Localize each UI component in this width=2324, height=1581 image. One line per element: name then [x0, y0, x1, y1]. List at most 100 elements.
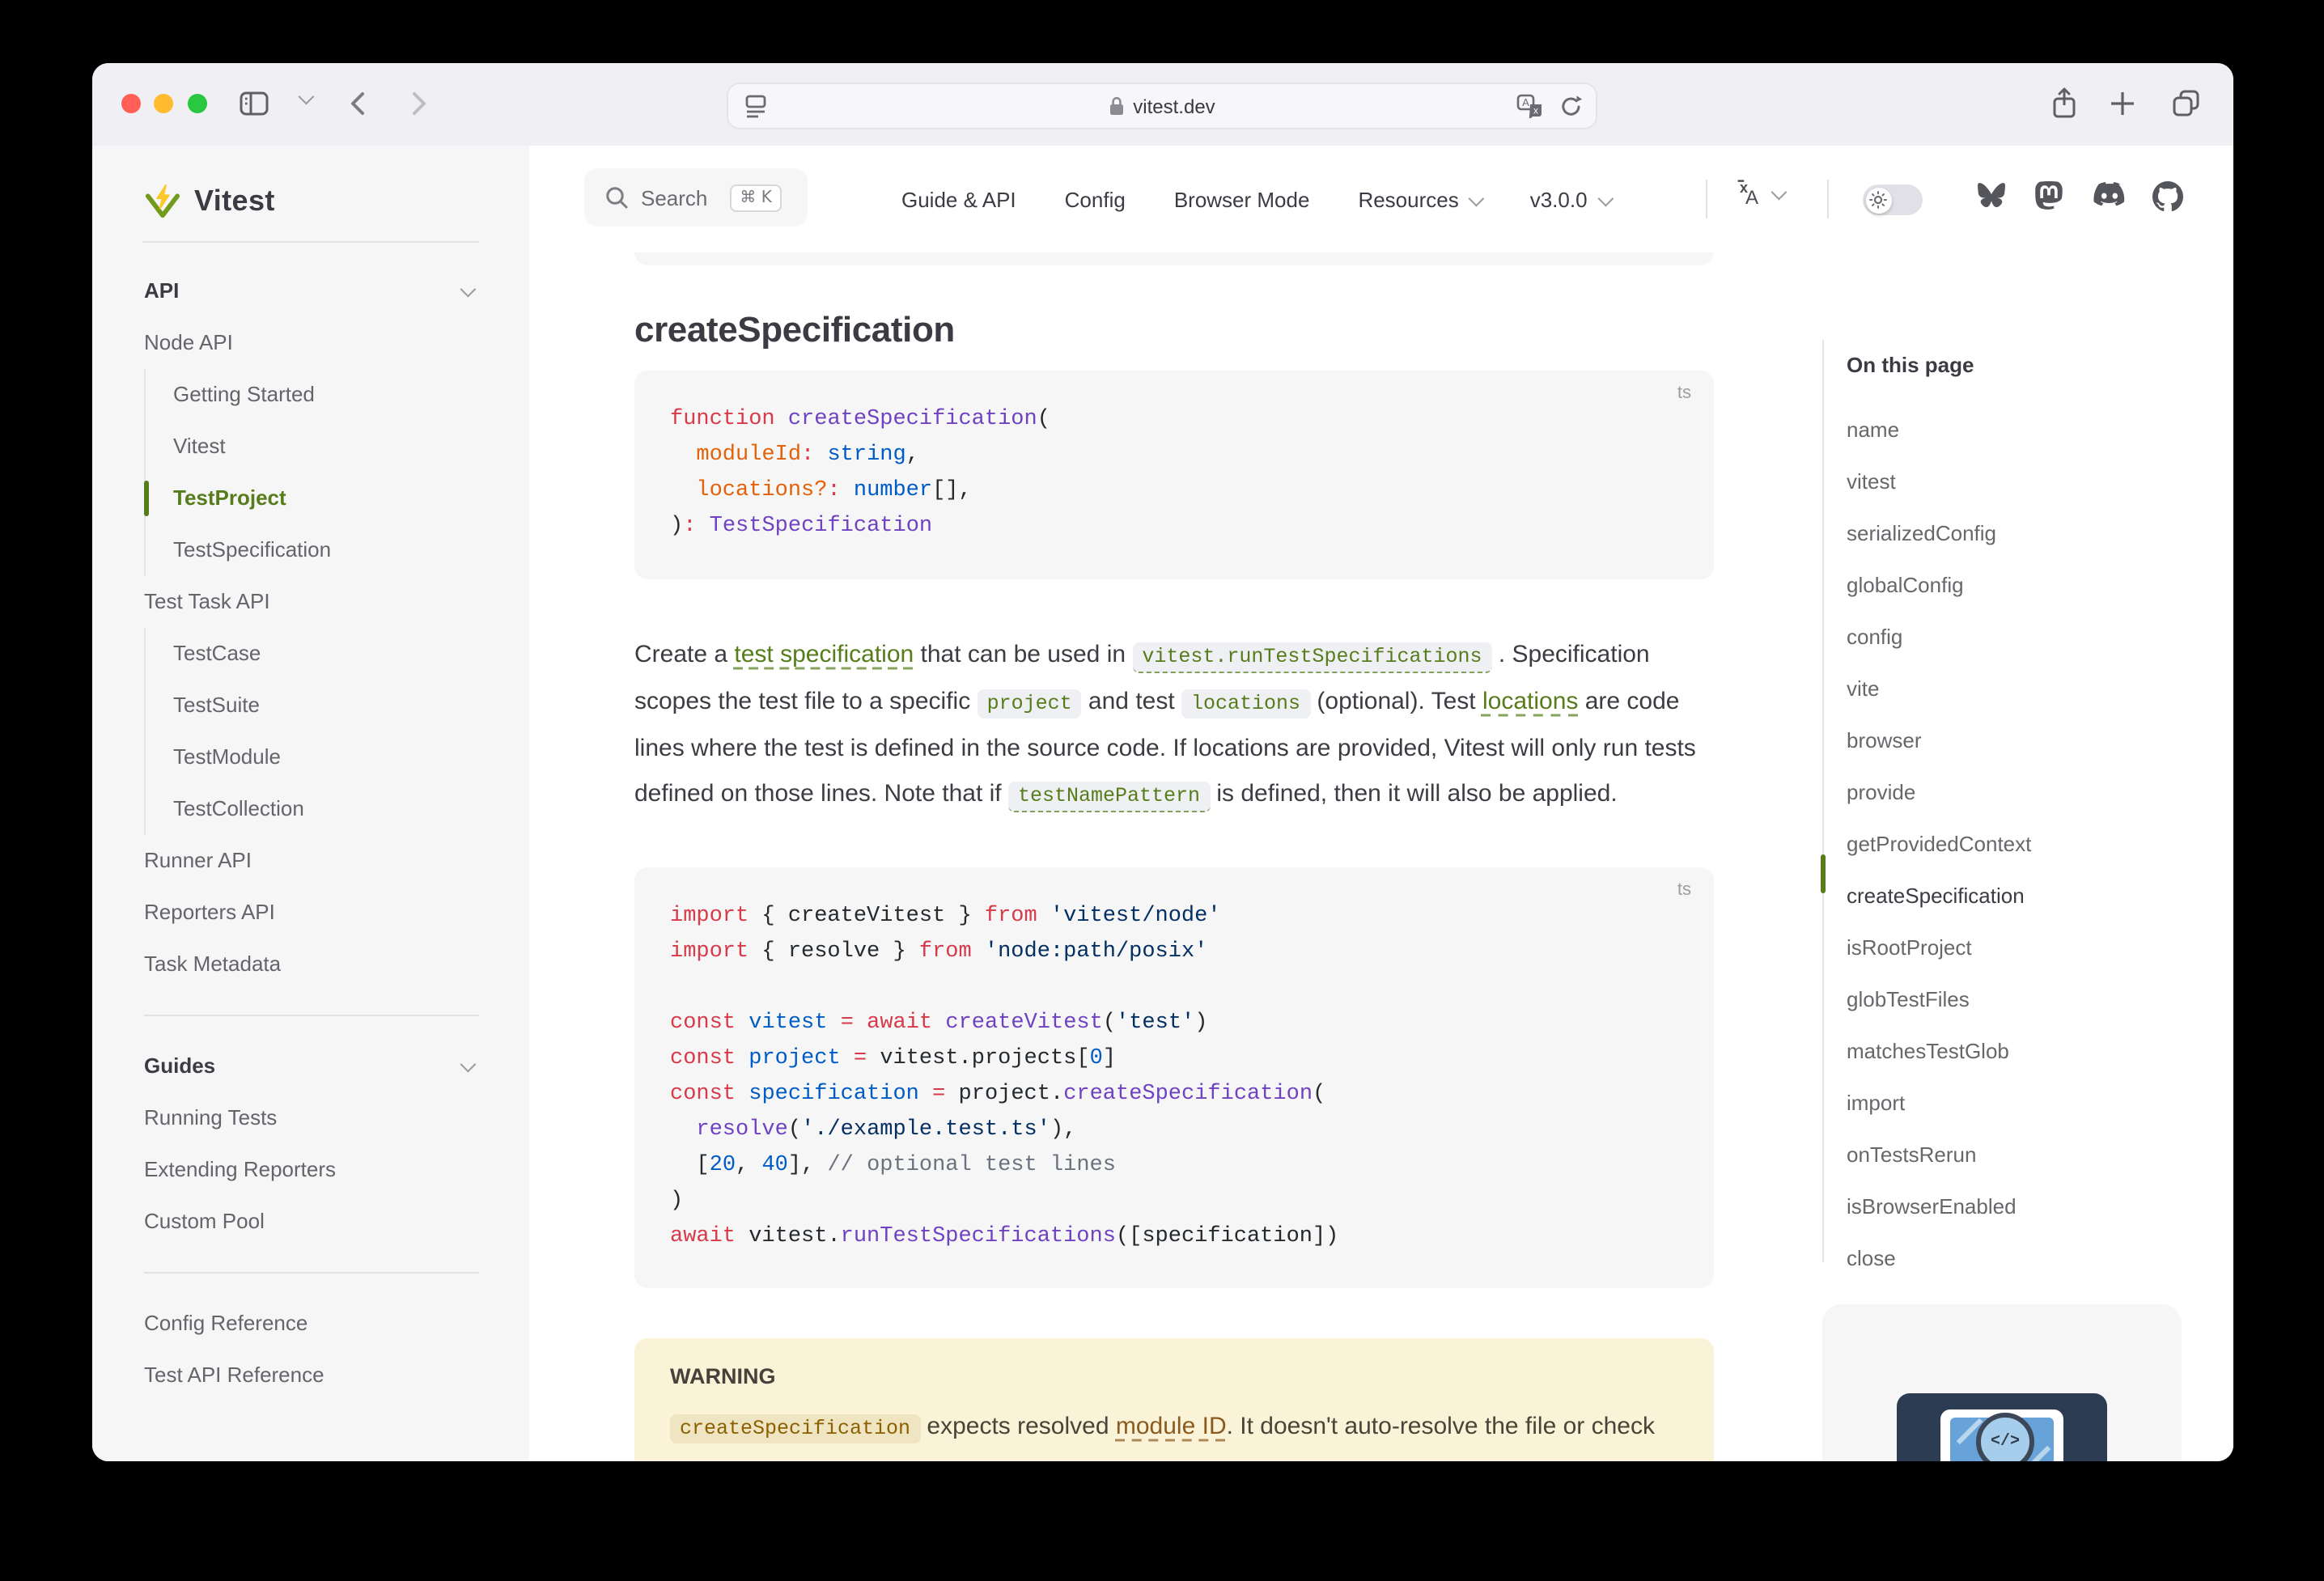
sidebar-item-test-task-api[interactable]: Test Task API: [144, 576, 479, 628]
toc-active-marker: [1821, 854, 1826, 893]
chevron-down-icon: [1597, 190, 1614, 206]
sidebar-item-testcollection[interactable]: TestCollection: [173, 783, 479, 835]
share-icon: [2050, 84, 2078, 123]
traffic-light-close[interactable]: [121, 94, 141, 113]
toc-item-getprovidedcontext[interactable]: getProvidedContext: [1847, 819, 2154, 871]
new-tab-button[interactable]: [2110, 84, 2135, 123]
bluesky-link[interactable]: [1976, 181, 2007, 209]
code-lang-label: ts: [1677, 880, 1691, 900]
toc-item-import[interactable]: import: [1847, 1078, 2154, 1130]
toc-item-name[interactable]: name: [1847, 405, 2154, 456]
code-block-signature[interactable]: ts function createSpecification( moduleI…: [634, 371, 1714, 579]
desktop: vitest.dev A x: [0, 0, 2324, 1581]
browser-window: vitest.dev A x: [92, 63, 2233, 1461]
sidebar-item-vitest[interactable]: Vitest: [173, 421, 479, 473]
bluesky-icon: [1976, 181, 2007, 209]
address-bar[interactable]: vitest.dev A x: [727, 83, 1597, 129]
sidebar-item-testproject[interactable]: TestProject: [173, 473, 479, 524]
nav-config[interactable]: Config: [1065, 187, 1126, 211]
back-button[interactable]: [348, 84, 367, 123]
header-divider: [1706, 180, 1707, 218]
mastodon-link[interactable]: [2034, 181, 2063, 212]
traffic-light-minimize[interactable]: [154, 94, 173, 113]
inline-code-locations: locations: [1181, 689, 1310, 718]
plus-icon: [2110, 84, 2135, 123]
lock-icon: [1109, 95, 1125, 117]
code-lines: function createSpecification( moduleId: …: [670, 403, 1678, 545]
language-button[interactable]: x A: [1733, 178, 1783, 207]
sidebar-item-guides[interactable]: Guides: [144, 1041, 479, 1092]
search-button[interactable]: Search ⌘ K: [584, 168, 808, 227]
toc-item-serializedconfig[interactable]: serializedConfig: [1847, 508, 2154, 560]
tab-overview-button[interactable]: [2172, 84, 2201, 123]
vitest-logo-icon: [144, 183, 181, 220]
code-block-example[interactable]: ts import { createVitest } from 'vitest/…: [634, 867, 1714, 1288]
toc-item-provide[interactable]: provide: [1847, 767, 2154, 819]
nav-guide-api[interactable]: Guide & API: [901, 187, 1016, 211]
nav-browser-mode[interactable]: Browser Mode: [1174, 187, 1310, 211]
sidebar-item-running-tests[interactable]: Running Tests: [144, 1092, 479, 1144]
chevron-down-icon: [299, 89, 315, 105]
logo-wordmark: Vitest: [194, 184, 275, 218]
nav-v3-0-0[interactable]: v3.0.0: [1530, 187, 1610, 211]
forward-button[interactable]: [409, 84, 429, 123]
header-divider: [1827, 180, 1829, 218]
header-nav: Guide & API Config Browser Mode Resources v3…: [901, 146, 1610, 252]
toc-item-isbrowserenabled[interactable]: isBrowserEnabled: [1847, 1181, 2154, 1233]
toc-item-vite[interactable]: vite: [1847, 663, 2154, 715]
toc-item-ontestsrerun[interactable]: onTestsRerun: [1847, 1130, 2154, 1181]
sidebar-item-custom-pool[interactable]: Custom Pool: [144, 1196, 479, 1248]
sidebar-item-task-metadata[interactable]: Task Metadata: [144, 939, 479, 990]
discord-link[interactable]: [2093, 181, 2127, 209]
sidebar-item-config-reference[interactable]: Config Reference: [144, 1298, 479, 1350]
sidebar-menu-chevron[interactable]: [299, 92, 311, 104]
toc-item-config[interactable]: config: [1847, 612, 2154, 663]
sidebar-item-extending-reporters[interactable]: Extending Reporters: [144, 1144, 479, 1196]
link-testnamepattern[interactable]: testNamePattern: [1008, 782, 1210, 812]
translate-page-icon[interactable]: A x: [1516, 94, 1544, 118]
toc-item-isrootproject[interactable]: isRootProject: [1847, 922, 2154, 974]
discord-icon: [2093, 181, 2127, 209]
nav-resources[interactable]: Resources: [1358, 187, 1481, 211]
sidebar-item-testspecification[interactable]: TestSpecification: [173, 524, 479, 576]
link-test-specification[interactable]: test specification: [734, 641, 914, 668]
toc-item-vitest[interactable]: vitest: [1847, 456, 2154, 508]
sidebar-subgroup: TestCaseTestSuiteTestModuleTestCollectio…: [144, 628, 479, 835]
sidebar-item-testsuite[interactable]: TestSuite: [173, 680, 479, 731]
sidebar-item-testcase[interactable]: TestCase: [173, 628, 479, 680]
toc-item-createspecification[interactable]: createSpecification: [1847, 871, 2154, 922]
inline-code-project: project: [978, 689, 1082, 718]
sidebar-item-testmodule[interactable]: TestModule: [173, 731, 479, 783]
toc-item-close[interactable]: close: [1847, 1233, 2154, 1285]
github-link[interactable]: [2152, 181, 2183, 212]
toc-item-globalconfig[interactable]: globalConfig: [1847, 560, 2154, 612]
sidebar-item-runner-api[interactable]: Runner API: [144, 835, 479, 887]
sidebar-item-test-api-reference[interactable]: Test API Reference: [144, 1350, 479, 1401]
link-module-id[interactable]: module ID: [1116, 1413, 1227, 1440]
sidebar-panel-icon: [238, 84, 270, 123]
sidebar-item-api[interactable]: API: [144, 265, 479, 317]
sidebar-item-getting-started[interactable]: Getting Started: [173, 369, 479, 421]
forward-icon: [409, 84, 429, 123]
site-header: Search ⌘ K Guide & API Config Browser Mode…: [529, 146, 2233, 254]
github-icon: [2152, 181, 2183, 212]
vitest-logo[interactable]: Vitest: [144, 183, 275, 220]
sidebar-toggle-button[interactable]: [238, 84, 270, 123]
sidebar-item-reporters-api[interactable]: Reporters API: [144, 887, 479, 939]
toc-item-matchestestglob[interactable]: matchesTestGlob: [1847, 1026, 2154, 1078]
url-display: vitest.dev: [728, 84, 1596, 128]
ad-card[interactable]: </>: [1822, 1304, 2182, 1461]
link-vitest-runtestspecifications[interactable]: vitest.runTestSpecifications: [1132, 642, 1491, 673]
traffic-light-zoom[interactable]: [188, 94, 207, 113]
sidebar-item-node-api[interactable]: Node API: [144, 317, 479, 369]
toc-item-browser[interactable]: browser: [1847, 715, 2154, 767]
link-locations[interactable]: locations: [1482, 688, 1578, 715]
warning-body: createSpecification expects resolved mod…: [670, 1405, 1678, 1461]
browser-toolbar: vitest.dev A x: [92, 63, 2233, 147]
toc-item-globtestfiles[interactable]: globTestFiles: [1847, 974, 2154, 1026]
theme-toggle[interactable]: [1863, 184, 1923, 215]
url-text: vitest.dev: [1133, 95, 1215, 117]
share-button[interactable]: [2050, 84, 2078, 123]
reload-button[interactable]: [1560, 94, 1583, 118]
sidebar-nav: APINode APIGetting StartedVitestTestProj…: [144, 265, 479, 1401]
